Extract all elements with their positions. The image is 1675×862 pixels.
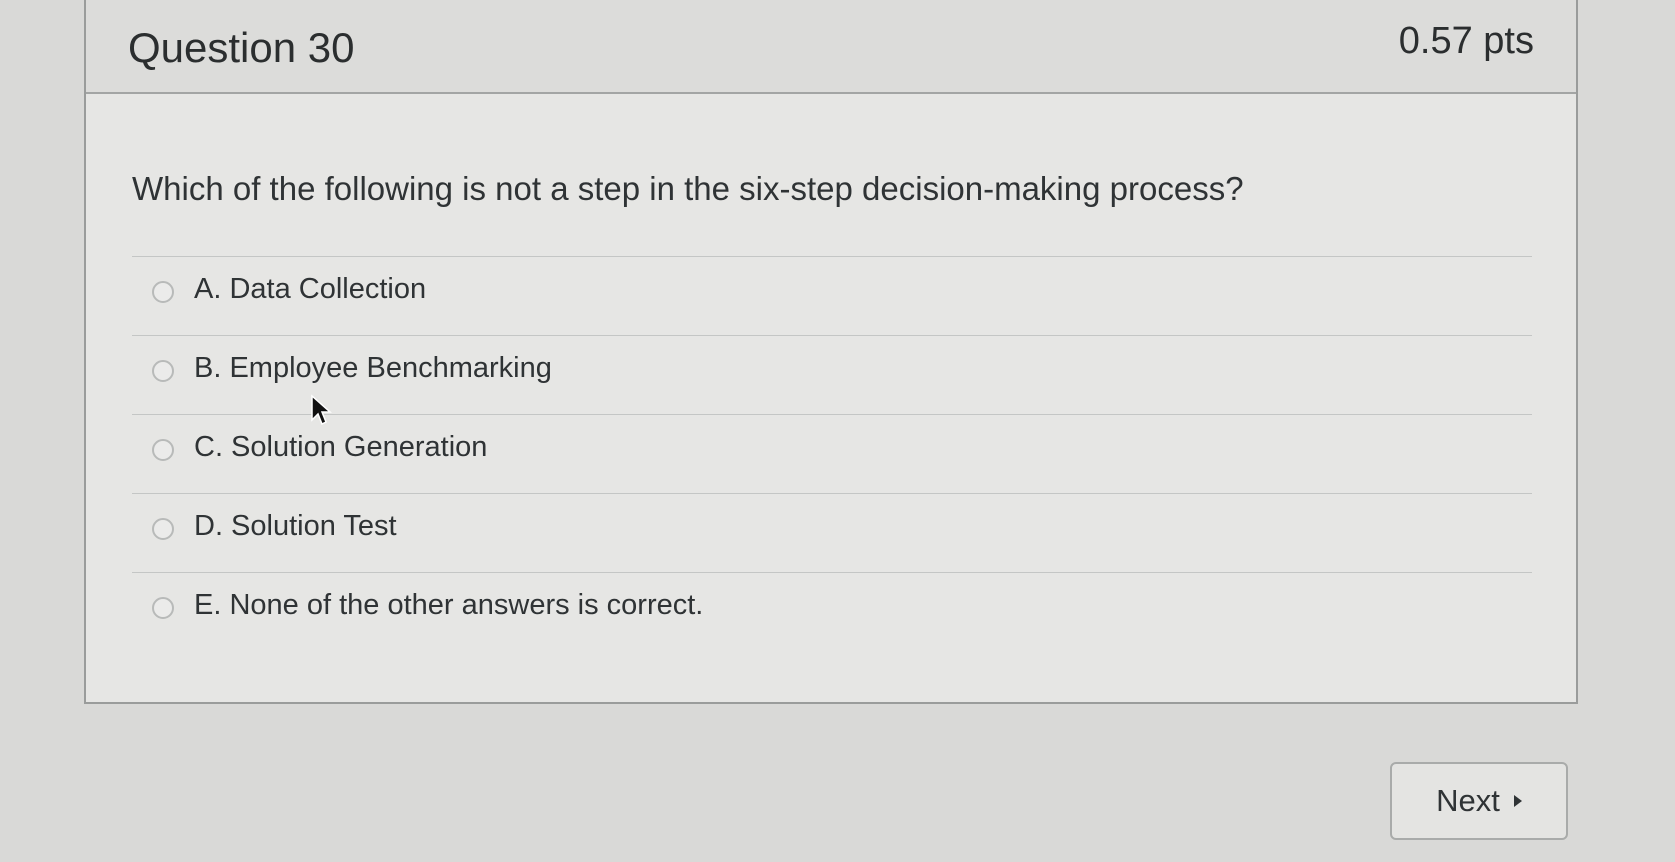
question-text: Which of the following is not a step in …: [132, 170, 1244, 207]
question-points: 0.57 pts: [1398, 20, 1534, 62]
question-card: Question 30 0.57 pts Which of the follow…: [84, 0, 1578, 704]
question-header: Question 30 0.57 pts: [86, 0, 1576, 94]
radio-button-b[interactable]: [152, 360, 174, 382]
radio-button-c[interactable]: [152, 439, 174, 461]
question-title: Question 30: [128, 24, 355, 71]
mouse-pointer-icon: [311, 394, 332, 426]
answer-label-e[interactable]: E. None of the other answers is correct.: [194, 589, 703, 622]
caret-right-icon: [1513, 795, 1522, 807]
answer-label-d[interactable]: D. Solution Test: [194, 510, 397, 543]
answer-option-d[interactable]: D. Solution Test: [132, 494, 1532, 573]
radio-button-a[interactable]: [152, 281, 174, 303]
answer-option-b[interactable]: B. Employee Benchmarking: [132, 336, 1532, 415]
answer-option-a[interactable]: A. Data Collection: [132, 257, 1532, 336]
next-button[interactable]: Next: [1390, 762, 1568, 840]
next-button-label: Next: [1436, 783, 1500, 818]
answer-option-c[interactable]: C. Solution Generation: [132, 415, 1532, 494]
answer-option-e[interactable]: E. None of the other answers is correct.: [132, 573, 1532, 652]
answer-label-b[interactable]: B. Employee Benchmarking: [194, 352, 552, 385]
answer-label-c[interactable]: C. Solution Generation: [194, 431, 487, 464]
radio-button-e[interactable]: [152, 597, 174, 619]
radio-button-d[interactable]: [152, 518, 174, 540]
answer-list: A. Data Collection B. Employee Benchmark…: [132, 256, 1532, 652]
answer-label-a[interactable]: A. Data Collection: [194, 273, 426, 306]
